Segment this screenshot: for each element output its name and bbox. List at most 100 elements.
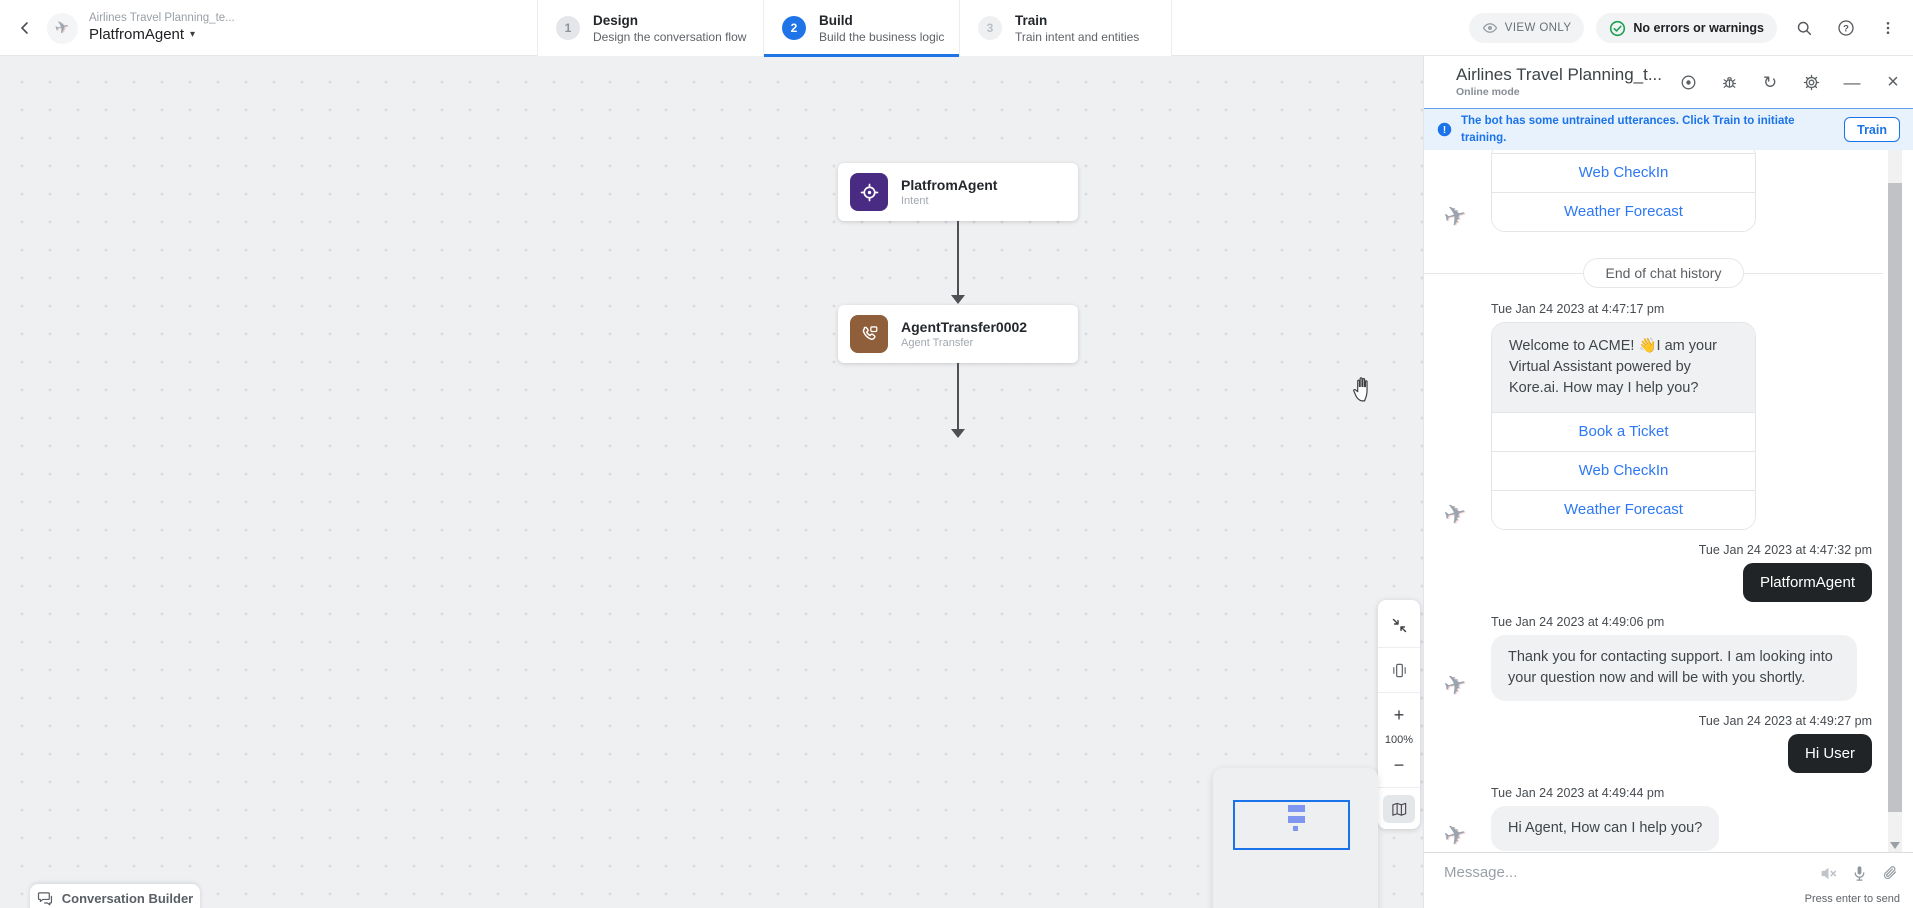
bot-avatar-plane-icon: ✈ — [1441, 668, 1470, 704]
send-hint: Press enter to send — [1805, 893, 1900, 905]
debug-button[interactable] — [1719, 72, 1739, 92]
flow-connector — [957, 221, 959, 295]
tab-train[interactable]: 3 Train Train intent and entities — [960, 0, 1172, 56]
search-button[interactable] — [1789, 13, 1819, 43]
search-icon — [1796, 20, 1813, 37]
bot-message-group: ✈ Web CheckIn Weather Forecast — [1444, 150, 1913, 232]
more-menu-button[interactable] — [1873, 13, 1903, 43]
scrollbar-down-arrow[interactable] — [1890, 842, 1900, 849]
arrow-head-icon — [951, 295, 965, 304]
node-title: AgentTransfer0002 — [901, 319, 1027, 335]
settings-button[interactable] — [1801, 72, 1821, 92]
banner-text: The bot has some untrained utterances. C… — [1461, 113, 1797, 145]
node-type: Intent — [901, 195, 997, 207]
quick-reply-card: Web CheckIn Weather Forecast — [1491, 150, 1756, 232]
bot-title: Airlines Travel Planning_te... — [89, 12, 235, 26]
agent-transfer-icon — [850, 315, 888, 353]
bot-message-group: ✈ Thank you for contacting support. I am… — [1444, 635, 1913, 701]
zoom-out-button[interactable]: − — [1378, 748, 1420, 782]
refresh-icon: ↻ — [1763, 74, 1777, 91]
map-icon — [1391, 801, 1408, 818]
end-of-history-divider: End of chat history — [1444, 257, 1883, 289]
back-button[interactable] — [12, 15, 38, 41]
hand-cursor-icon — [1352, 374, 1378, 403]
refresh-button[interactable]: ↻ — [1760, 72, 1780, 92]
svg-text:?: ? — [1843, 23, 1849, 34]
quick-reply-weather-forecast[interactable]: Weather Forecast — [1492, 192, 1755, 231]
collapse-icon — [1391, 617, 1408, 634]
minimap-toggle-button[interactable] — [1383, 795, 1415, 823]
minimap-node — [1293, 826, 1298, 831]
timestamp: Tue Jan 24 2023 at 4:49:27 pm — [1444, 714, 1872, 728]
view-only-badge: VIEW ONLY — [1469, 13, 1585, 43]
agent-name-dropdown[interactable]: PlatfromAgent ▾ — [89, 26, 235, 44]
train-button[interactable]: Train — [1844, 117, 1900, 142]
minimize-button[interactable]: — — [1842, 72, 1862, 92]
bot-avatar-plane-icon: ✈ — [1441, 497, 1470, 533]
bot-message: Thank you for contacting support. I am l… — [1491, 635, 1857, 701]
chat-footer: Press enter to send — [1424, 852, 1913, 908]
chat-header: Airlines Travel Planning_t... Online mod… — [1424, 56, 1913, 108]
bot-message: Hi Agent, How can I help you? — [1491, 806, 1719, 851]
zoom-in-button[interactable]: + — [1378, 698, 1420, 732]
flow-connector — [957, 363, 959, 429]
mic-icon — [1851, 865, 1868, 882]
divider — [1378, 647, 1420, 648]
timestamp: Tue Jan 24 2023 at 4:49:06 pm — [1491, 615, 1913, 629]
node-title: PlatfromAgent — [901, 177, 997, 193]
fit-to-screen-button[interactable] — [1378, 608, 1420, 642]
node-agent-transfer[interactable]: AgentTransfer0002 Agent Transfer — [838, 305, 1078, 363]
divider — [1378, 692, 1420, 693]
timestamp: Tue Jan 24 2023 at 4:49:44 pm — [1491, 786, 1913, 800]
stage-tabs: 1 Design Design the conversation flow 2 … — [537, 0, 1172, 56]
message-input[interactable] — [1444, 864, 1744, 881]
mic-button[interactable] — [1848, 862, 1870, 884]
header-right: VIEW ONLY No errors or warnings ? — [1469, 0, 1903, 56]
welcome-card: Welcome to ACME! 👋I am your Virtual Assi… — [1491, 322, 1756, 530]
close-button[interactable]: × — [1883, 72, 1903, 92]
close-icon: × — [1887, 72, 1899, 92]
quick-reply-web-checkin[interactable]: Web CheckIn — [1492, 451, 1755, 490]
conversation-builder-tab[interactable]: Conversation Builder — [30, 884, 200, 908]
chat-history[interactable]: ✈ Web CheckIn Weather Forecast End of ch… — [1424, 150, 1913, 852]
bug-icon — [1721, 74, 1738, 91]
minimize-icon: — — [1844, 74, 1861, 91]
timestamp: Tue Jan 24 2023 at 4:47:17 pm — [1491, 302, 1913, 316]
gear-icon — [1803, 74, 1820, 91]
status-badge: No errors or warnings — [1596, 13, 1777, 43]
tab-design[interactable]: 1 Design Design the conversation flow — [538, 0, 764, 56]
app-header: ✈ Airlines Travel Planning_te... Platfro… — [0, 0, 1913, 56]
bot-message: Welcome to ACME! 👋I am your Virtual Assi… — [1492, 323, 1755, 412]
info-icon: ! — [1437, 122, 1452, 137]
quick-reply-weather-forecast[interactable]: Weather Forecast — [1492, 490, 1755, 529]
node-intent[interactable]: PlatfromAgent Intent — [838, 163, 1078, 221]
eye-icon — [1482, 20, 1498, 36]
user-message: Hi User — [1788, 734, 1872, 773]
chat-scrollbar[interactable] — [1888, 150, 1902, 852]
quick-reply-book-a-ticket[interactable]: Book a Ticket — [1492, 412, 1755, 451]
minimap[interactable] — [1213, 768, 1378, 908]
plane-icon: ✈ — [53, 17, 72, 40]
bot-avatar-plane-icon: ✈ — [1441, 199, 1470, 235]
help-button[interactable]: ? — [1831, 13, 1861, 43]
minimap-node — [1288, 816, 1305, 823]
talk-to-bot-panel: Airlines Travel Planning_t... Online mod… — [1423, 56, 1913, 908]
chat-bubbles-icon — [37, 890, 54, 907]
untrained-banner: ! The bot has some untrained utterances.… — [1424, 108, 1913, 150]
bot-avatar-plane-icon: ✈ — [1441, 818, 1470, 852]
mobile-icon — [1391, 662, 1408, 679]
header-left: ✈ Airlines Travel Planning_te... Platfro… — [0, 0, 235, 56]
quick-reply-web-checkin[interactable]: Web CheckIn — [1492, 153, 1755, 192]
record-button[interactable] — [1678, 72, 1698, 92]
tab-build[interactable]: 2 Build Build the business logic — [764, 0, 960, 56]
flow-canvas[interactable]: PlatfromAgent Intent AgentTransfer0002 A… — [0, 56, 1423, 908]
minimap-viewport[interactable] — [1233, 800, 1350, 850]
mobile-preview-button[interactable] — [1378, 653, 1420, 687]
help-icon: ? — [1837, 19, 1855, 37]
check-circle-icon — [1609, 20, 1626, 37]
speaker-muted-icon — [1819, 864, 1838, 883]
scrollbar-thumb[interactable] — [1888, 183, 1902, 812]
attach-button[interactable] — [1879, 862, 1901, 884]
node-type: Agent Transfer — [901, 337, 1027, 349]
speaker-mute-button[interactable] — [1817, 862, 1839, 884]
